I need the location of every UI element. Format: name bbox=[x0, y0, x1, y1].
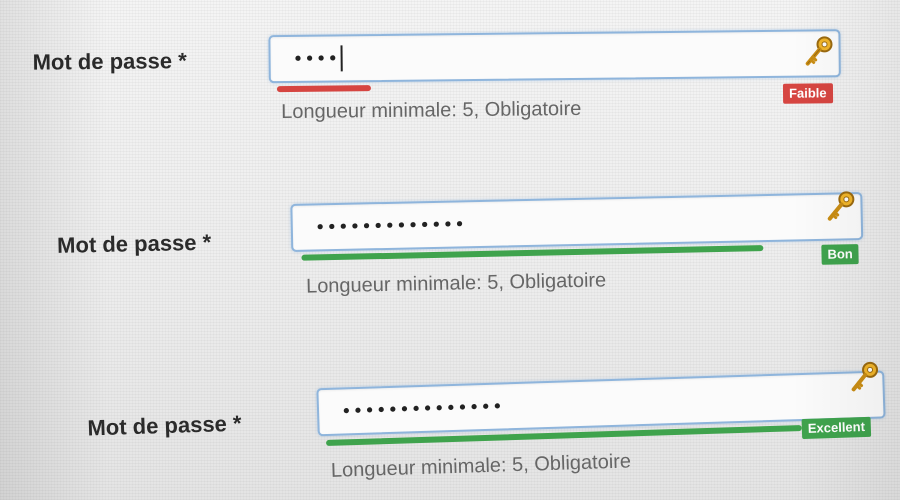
password-label: Mot de passe * bbox=[87, 410, 242, 441]
password-value: •••••••••••••• bbox=[340, 395, 504, 422]
key-icon bbox=[851, 361, 879, 392]
strength-badge: Excellent bbox=[801, 416, 872, 440]
password-field-row-3: Mot de passe * •••••••••••••• Excellent … bbox=[0, 0, 900, 482]
password-strength-screen: Mot de passe * •••• Faible Longueur mini… bbox=[0, 0, 900, 500]
field-hint: Longueur minimale: 5, Obligatoire bbox=[330, 450, 632, 482]
